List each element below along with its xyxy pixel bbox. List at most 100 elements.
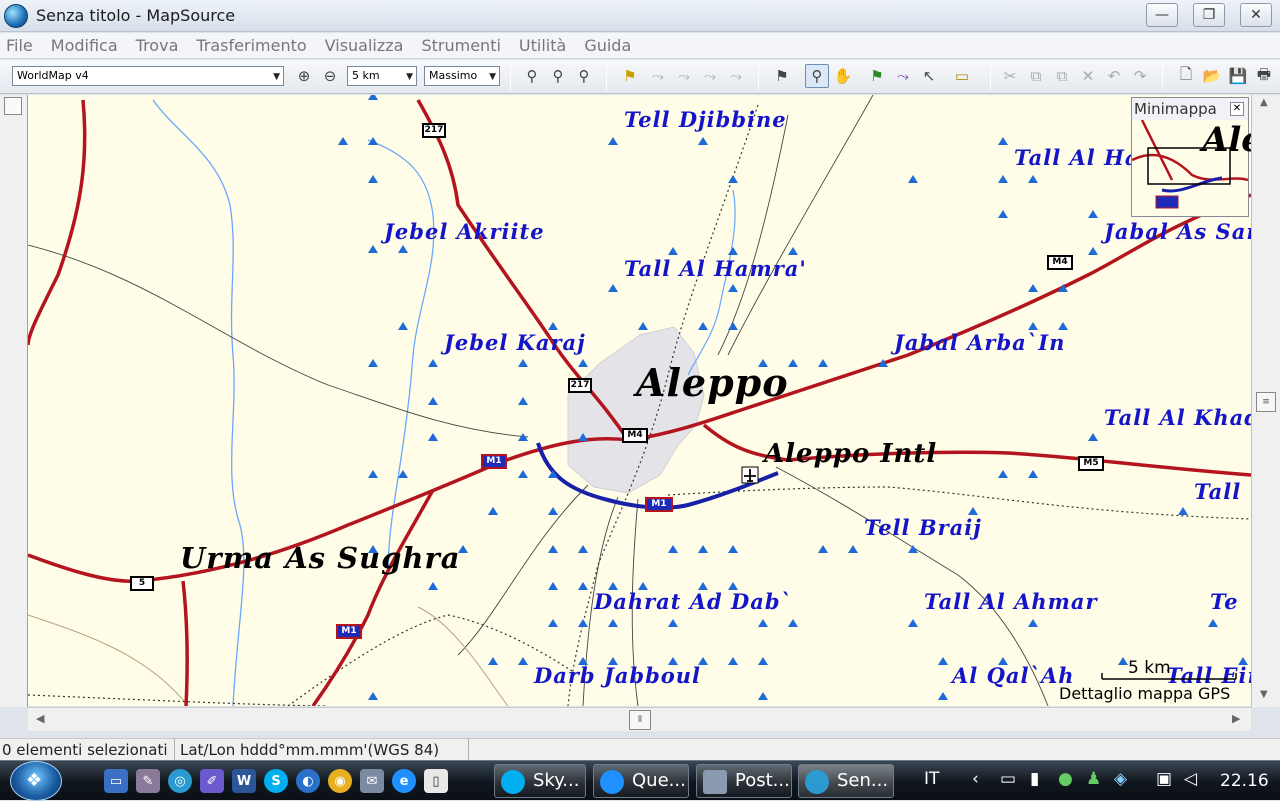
road-west-arc bbox=[28, 99, 87, 346]
earth-icon[interactable]: ◐ bbox=[296, 769, 320, 793]
track-join-icon[interactable]: ⤳ bbox=[724, 64, 748, 88]
minimize-button[interactable]: — bbox=[1146, 3, 1178, 27]
internet-explorer-icon[interactable]: e bbox=[392, 769, 416, 793]
copy-icon[interactable]: ⧉ bbox=[1024, 64, 1048, 88]
menu-visualizza[interactable]: Visualizza bbox=[323, 36, 406, 55]
shield-m1: M1 bbox=[336, 624, 362, 639]
shield-217: 217 bbox=[422, 123, 446, 138]
minimap-panel[interactable]: Minimappa ✕ Ale bbox=[1131, 97, 1263, 217]
find-binoculars-icon[interactable]: ⚲ bbox=[520, 64, 544, 88]
road-minor bbox=[28, 614, 189, 706]
cut-icon[interactable]: ✂ bbox=[998, 64, 1022, 88]
tray-user-icon[interactable]: ♟ bbox=[1086, 769, 1101, 789]
scroll-down-icon[interactable]: ▼ bbox=[1260, 689, 1268, 700]
quicklaunch-app-icon[interactable]: ✐ bbox=[200, 769, 224, 793]
print-icon[interactable]: 🖶 bbox=[1252, 64, 1276, 88]
track-tool-icon[interactable]: ⤳ bbox=[646, 64, 670, 88]
label-aleppo: Aleppo bbox=[636, 360, 789, 405]
map-product-select[interactable]: WorldMap v4 ▼ bbox=[12, 66, 284, 86]
vertical-scroll-thumb[interactable]: ≡ bbox=[1256, 392, 1276, 412]
mapsource-globe-icon[interactable]: ◎ bbox=[168, 769, 192, 793]
menu-utilita[interactable]: Utilità bbox=[517, 36, 568, 55]
task-internet-explorer[interactable]: Que... bbox=[593, 764, 689, 798]
system-clock[interactable]: 22.16 bbox=[1220, 771, 1269, 791]
scroll-right-icon[interactable]: ▶ bbox=[1232, 712, 1240, 725]
waypoint-tool-icon[interactable]: ⚑ bbox=[618, 64, 642, 88]
ruler-distance-icon[interactable]: ▭ bbox=[950, 64, 974, 88]
tray-wireless-icon[interactable]: ◈ bbox=[1114, 769, 1127, 789]
new-document-icon[interactable]: 🗋 bbox=[1174, 64, 1198, 88]
save-disk-icon[interactable]: 💾 bbox=[1226, 64, 1250, 88]
network-icon[interactable]: ▣ bbox=[1156, 769, 1172, 789]
quicklaunch-tool-icon[interactable]: ✎ bbox=[136, 769, 160, 793]
vertical-scrollbar[interactable]: ▲ ≡ ▼ bbox=[1251, 95, 1280, 707]
map-canvas[interactable]: 217 217 M4 M4 M1 M1 M1 M5 5 Tell Djibbin… bbox=[28, 95, 1251, 706]
scroll-up-icon[interactable]: ▲ bbox=[1260, 97, 1268, 108]
skype-icon[interactable]: S bbox=[264, 769, 288, 793]
tray-messenger-icon[interactable]: ● bbox=[1058, 769, 1073, 789]
road-5-south bbox=[181, 580, 189, 706]
horizontal-scroll-thumb[interactable]: ⦀ bbox=[629, 710, 651, 730]
open-folder-icon[interactable]: 📂 bbox=[1200, 64, 1224, 88]
word-icon[interactable]: W bbox=[232, 769, 256, 793]
show-desktop-icon[interactable]: ▭ bbox=[104, 769, 128, 793]
menu-strumenti[interactable]: Strumenti bbox=[419, 36, 502, 55]
select-map-tool-icon[interactable]: ⚑ bbox=[770, 64, 794, 88]
window-title: Senza titolo - MapSource bbox=[36, 6, 236, 25]
volume-icon[interactable]: ◁ bbox=[1184, 769, 1197, 789]
task-mail[interactable]: Post... bbox=[696, 764, 792, 798]
track-edit-icon[interactable]: ⤳ bbox=[672, 64, 696, 88]
chevron-down-icon: ▼ bbox=[273, 72, 280, 82]
panel-toggle-button[interactable] bbox=[4, 97, 22, 115]
find-places-icon[interactable]: ⚲ bbox=[572, 64, 596, 88]
selection-status: 0 elementi selezionati bbox=[2, 741, 168, 759]
chevron-down-icon: ▼ bbox=[406, 72, 413, 82]
chrome-icon[interactable]: ◉ bbox=[328, 769, 352, 793]
close-button[interactable]: ✕ bbox=[1240, 3, 1272, 27]
route-tool-icon[interactable]: ⤳ bbox=[891, 64, 915, 88]
redo-icon[interactable]: ↷ bbox=[1128, 64, 1152, 88]
task-label: Sky... bbox=[533, 770, 580, 791]
minimap-close-button[interactable]: ✕ bbox=[1230, 102, 1244, 116]
menu-trova[interactable]: Trova bbox=[134, 36, 181, 55]
tray-notes-icon[interactable]: ▮ bbox=[1030, 769, 1039, 789]
flag-waypoint-icon[interactable]: ⚑ bbox=[865, 64, 889, 88]
undo-icon[interactable]: ↶ bbox=[1102, 64, 1126, 88]
tray-expand-icon[interactable]: ‹ bbox=[972, 769, 979, 789]
menu-modifica[interactable]: Modifica bbox=[49, 36, 120, 55]
menu-trasferimento[interactable]: Trasferimento bbox=[194, 36, 308, 55]
mail-icon bbox=[703, 770, 727, 794]
zoom-tool-icon[interactable]: ⚲ bbox=[805, 64, 829, 88]
start-button[interactable]: ❖ bbox=[10, 761, 62, 801]
label-tall-al-ahmar: Tall Al Ahmar bbox=[924, 589, 1098, 614]
maximize-button[interactable]: ❐ bbox=[1193, 3, 1225, 27]
hand-pan-icon[interactable]: ✋ bbox=[831, 64, 855, 88]
road-minor bbox=[727, 95, 874, 356]
label-darb-jabboul: Darb Jabboul bbox=[534, 663, 702, 688]
zoom-in-button[interactable]: ⊕ bbox=[292, 64, 316, 88]
detail-level-select[interactable]: Massimo ▼ bbox=[424, 66, 500, 86]
delete-icon[interactable]: ✕ bbox=[1076, 64, 1100, 88]
paste-icon[interactable]: ⧉ bbox=[1050, 64, 1074, 88]
pointer-tool-icon[interactable]: ↖ bbox=[917, 64, 941, 88]
scroll-left-icon[interactable]: ◀ bbox=[36, 712, 44, 725]
river-queiq bbox=[367, 139, 435, 576]
railway bbox=[28, 614, 579, 706]
document-icon[interactable]: ▯ bbox=[424, 769, 448, 793]
language-indicator[interactable]: IT bbox=[924, 769, 939, 789]
mail-icon[interactable]: ✉ bbox=[360, 769, 384, 793]
menu-guida[interactable]: Guida bbox=[582, 36, 633, 55]
horizontal-scrollbar[interactable]: ◀ ⦀ ▶ bbox=[28, 707, 1251, 731]
label-tall-al-khadi: Tall Al Khadi bbox=[1104, 405, 1251, 430]
tray-window-icon[interactable]: ▭ bbox=[1000, 769, 1016, 789]
zoom-out-button[interactable]: ⊖ bbox=[318, 64, 342, 88]
track-split-icon[interactable]: ⤳ bbox=[698, 64, 722, 88]
status-divider bbox=[174, 739, 175, 761]
menu-file[interactable]: File bbox=[4, 36, 35, 55]
road-minor bbox=[457, 484, 589, 656]
zoom-scale-value: 5 km bbox=[352, 69, 380, 82]
task-skype[interactable]: Sky... bbox=[494, 764, 586, 798]
zoom-scale-select[interactable]: 5 km ▼ bbox=[347, 66, 417, 86]
task-mapsource[interactable]: Sen... bbox=[798, 764, 894, 798]
find-nearest-icon[interactable]: ⚲ bbox=[546, 64, 570, 88]
